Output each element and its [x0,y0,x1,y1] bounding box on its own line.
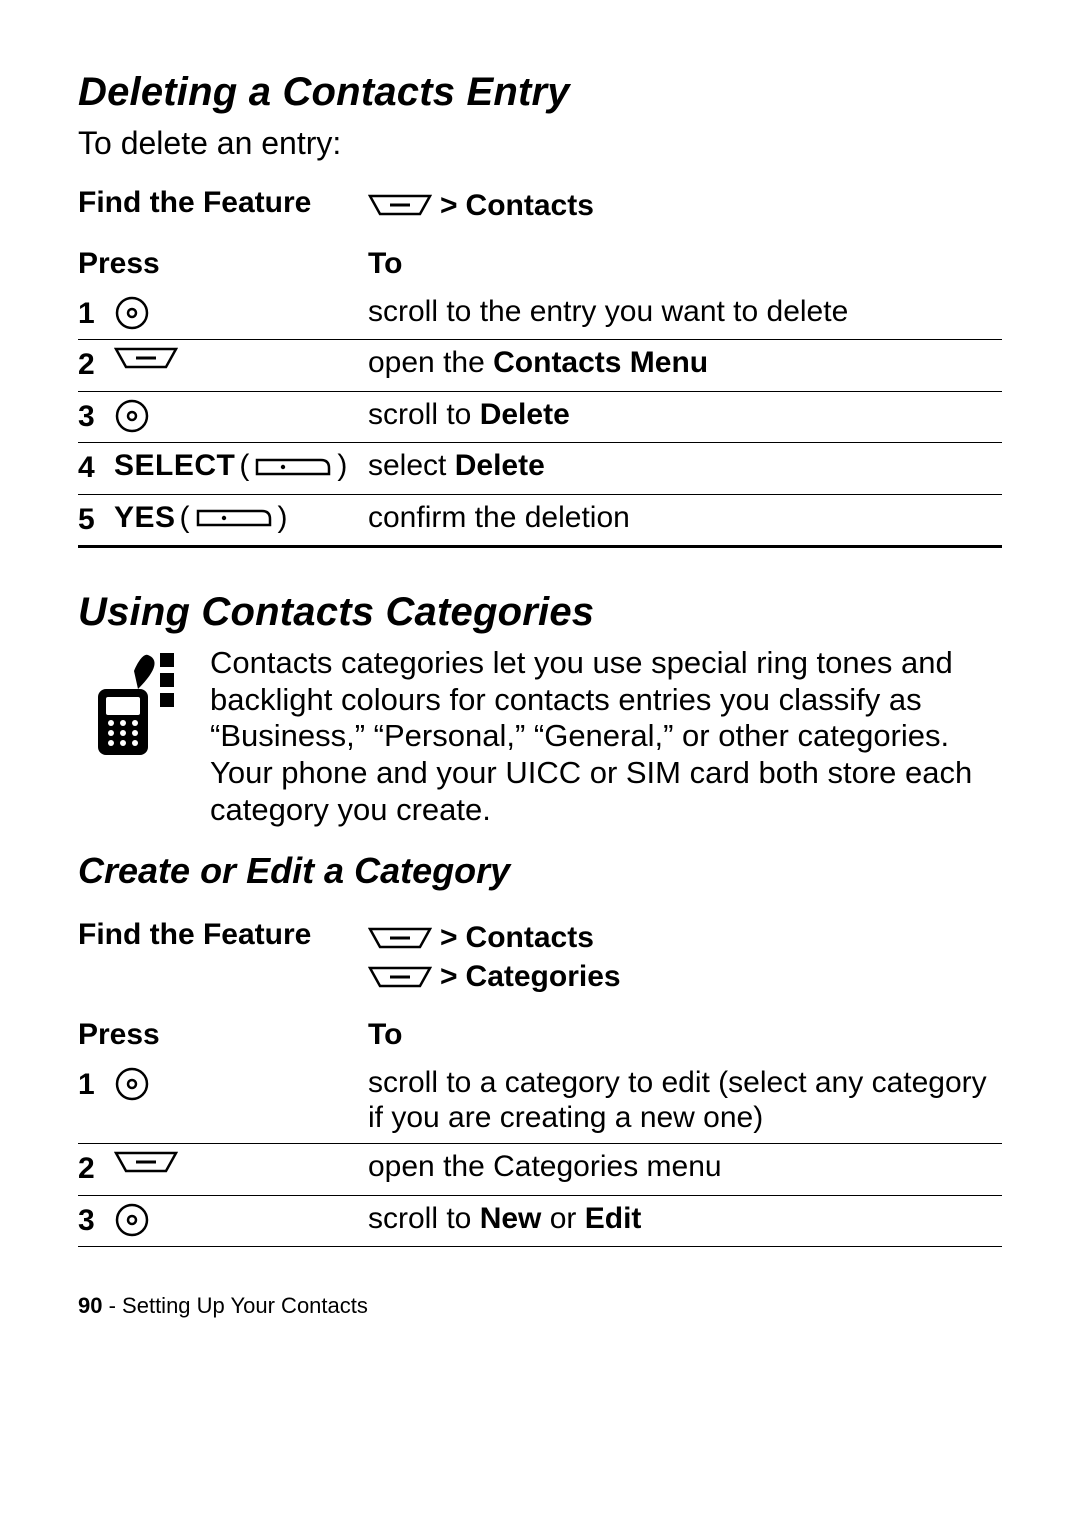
page-footer: 90 - Setting Up Your Contacts [78,1293,1002,1319]
menu-key-icon [114,1150,178,1174]
section2-feature-path: > Contacts > Categories [368,918,621,996]
section2-title: Using Contacts Categories [78,590,1002,635]
page-number: 90 [78,1293,102,1318]
step-press [114,1066,368,1102]
step-press [114,1202,368,1238]
step-press [114,1150,368,1174]
to-header: To [368,247,1002,281]
find-feature-label: Find the Feature [78,186,368,220]
section1-feature-path: > Contacts [368,186,594,225]
step-row: 3 scroll to New or Edit [78,1195,1002,1247]
step-num: 2 [78,346,114,383]
softkey-icon [194,507,274,529]
nav-key-icon [114,1066,150,1102]
press-header: Press [78,247,368,281]
step-press [114,295,368,331]
phone-categories-icon [78,645,188,828]
softkey-icon [253,456,333,478]
step-to: scroll to Delete [368,398,1002,433]
section1-title: Deleting a Contacts Entry [78,70,1002,115]
section2-feature-row: Find the Feature > Contacts > Categories [78,918,1002,996]
step-num: 1 [78,295,114,332]
step-press [114,398,368,434]
section1-steps-header: Press To [78,247,1002,281]
section2-description: Contacts categories let you use special … [210,645,1002,828]
step-num: 2 [78,1150,114,1187]
section1-steps: 1 scroll to the entry you want to delete… [78,289,1002,549]
step-num: 5 [78,501,114,538]
step-to: open the Contacts Menu [368,346,1002,381]
step-num: 3 [78,398,114,435]
find-feature-label: Find the Feature [78,918,368,952]
press-header: Press [78,1018,368,1052]
step-row: 2 open the Categories menu [78,1143,1002,1195]
step-press: YES () [114,501,368,536]
step-row: 3 scroll to Delete [78,391,1002,443]
section1-feature-row: Find the Feature > Contacts [78,186,1002,225]
menu-key-icon [368,193,432,217]
step-to: confirm the deletion [368,501,1002,536]
step-press: SELECT () [114,449,368,484]
step-row: 4 SELECT () select Delete [78,442,1002,494]
menu-key-icon [114,346,178,370]
section2-steps: 1 scroll to a category to edit (select a… [78,1060,1002,1247]
section2-description-block: Contacts categories let you use special … [78,645,1002,828]
section1-intro: To delete an entry: [78,125,1002,162]
chapter-name: Setting Up Your Contacts [122,1293,368,1318]
step-num: 1 [78,1066,114,1103]
step-row: 1 scroll to the entry you want to delete [78,289,1002,340]
section2-steps-header: Press To [78,1018,1002,1052]
step-num: 3 [78,1202,114,1239]
menu-key-icon [368,926,432,950]
nav-key-icon [114,295,150,331]
step-row: 2 open the Contacts Menu [78,339,1002,391]
step-row: 1 scroll to a category to edit (select a… [78,1060,1002,1143]
step-to: scroll to New or Edit [368,1202,1002,1237]
step-to: select Delete [368,449,1002,484]
step-to: scroll to a category to edit (select any… [368,1066,1002,1135]
step-press [114,346,368,370]
step-to: scroll to the entry you want to delete [368,295,1002,330]
step-to: open the Categories menu [368,1150,1002,1185]
to-header: To [368,1018,1002,1052]
manual-page: Deleting a Contacts Entry To delete an e… [0,0,1080,1359]
step-num: 4 [78,449,114,486]
step-row: 5 YES () confirm the deletion [78,494,1002,546]
nav-key-icon [114,1202,150,1238]
section2-subtitle: Create or Edit a Category [78,850,1002,892]
nav-key-icon [114,398,150,434]
menu-key-icon [368,965,432,989]
